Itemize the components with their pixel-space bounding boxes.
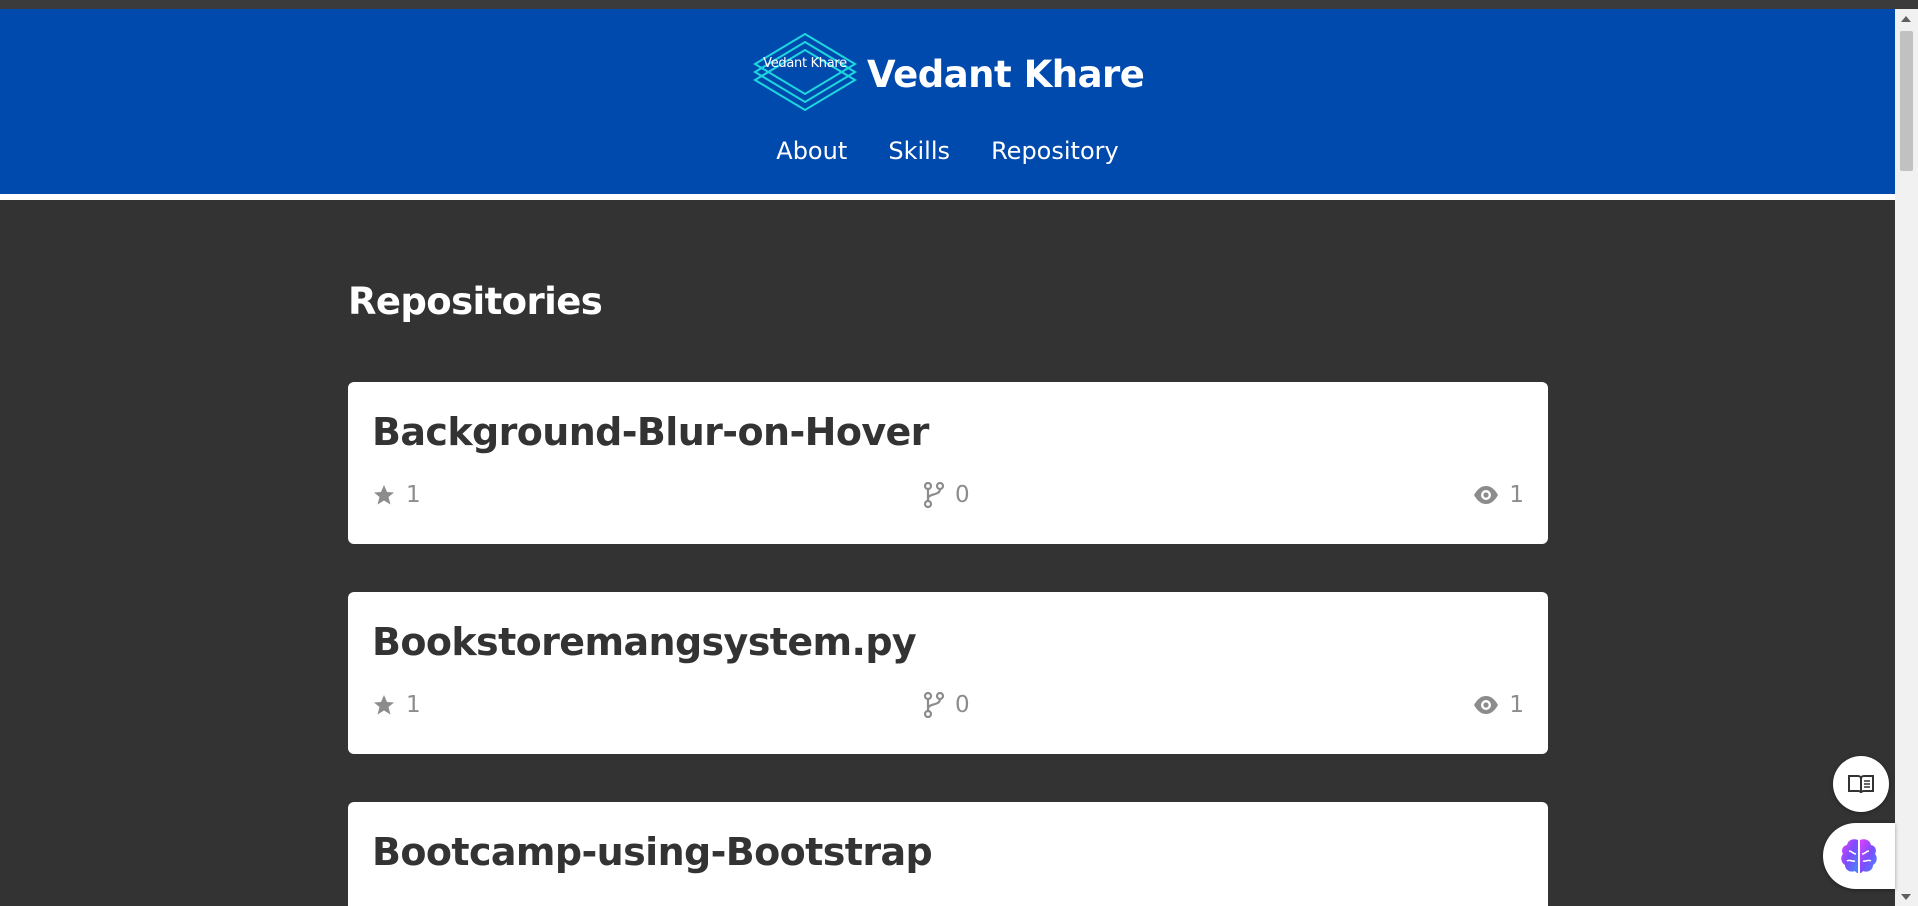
logo-text: Vedant Khare bbox=[763, 56, 847, 71]
reader-mode-button[interactable] bbox=[1833, 756, 1889, 812]
repo-forks: 0 bbox=[923, 692, 970, 718]
eye-icon bbox=[1474, 696, 1499, 714]
repo-name[interactable]: Background-Blur-on-Hover bbox=[372, 410, 929, 454]
logo: Vedant Khare bbox=[753, 32, 857, 116]
repo-stars: 1 bbox=[372, 692, 421, 718]
main-nav: About Skills Repository bbox=[0, 137, 1895, 165]
brain-icon bbox=[1841, 839, 1877, 873]
site-title: Vedant Khare bbox=[867, 52, 1145, 96]
repo-watchers: 1 bbox=[1473, 692, 1524, 718]
reader-mode-icon bbox=[1848, 775, 1874, 794]
scroll-thumb[interactable] bbox=[1900, 31, 1913, 171]
forks-count: 0 bbox=[955, 482, 970, 508]
fork-icon bbox=[923, 482, 945, 508]
watchers-count: 1 bbox=[1509, 482, 1524, 508]
scroll-up-arrow-icon[interactable] bbox=[1901, 16, 1911, 22]
forks-count: 0 bbox=[955, 692, 970, 718]
repo-name[interactable]: Bootcamp-using-Bootstrap bbox=[372, 830, 933, 874]
star-icon bbox=[374, 695, 394, 715]
repo-card[interactable]: Bookstoremangsystem.py 1 0 1 bbox=[348, 592, 1548, 754]
browser-top-strip bbox=[0, 0, 1918, 9]
repo-card[interactable]: Bootcamp-using-Bootstrap bbox=[348, 802, 1548, 906]
brand[interactable]: Vedant Khare Vedant Khare bbox=[753, 32, 1145, 116]
repo-card[interactable]: Background-Blur-on-Hover 1 0 1 bbox=[348, 382, 1548, 544]
watchers-count: 1 bbox=[1509, 692, 1524, 718]
fork-icon bbox=[923, 692, 945, 718]
nav-link-about[interactable]: About bbox=[776, 137, 847, 165]
eye-icon bbox=[1474, 486, 1499, 504]
repositories-heading: Repositories bbox=[348, 280, 603, 323]
ai-assistant-button[interactable] bbox=[1823, 823, 1895, 889]
repo-watchers: 1 bbox=[1473, 482, 1524, 508]
logo-diamond-icon bbox=[753, 32, 857, 112]
stars-count: 1 bbox=[406, 482, 421, 508]
star-icon bbox=[374, 485, 394, 505]
repo-forks: 0 bbox=[923, 482, 970, 508]
scroll-down-arrow-icon[interactable] bbox=[1901, 894, 1911, 900]
nav-link-repository[interactable]: Repository bbox=[991, 137, 1119, 165]
repo-stars: 1 bbox=[372, 482, 421, 508]
stars-count: 1 bbox=[406, 692, 421, 718]
page-scrollbar[interactable] bbox=[1895, 9, 1918, 906]
site-header: Vedant Khare Vedant Khare About Skills R… bbox=[0, 9, 1895, 200]
repo-name[interactable]: Bookstoremangsystem.py bbox=[372, 620, 917, 664]
nav-link-skills[interactable]: Skills bbox=[888, 137, 950, 165]
